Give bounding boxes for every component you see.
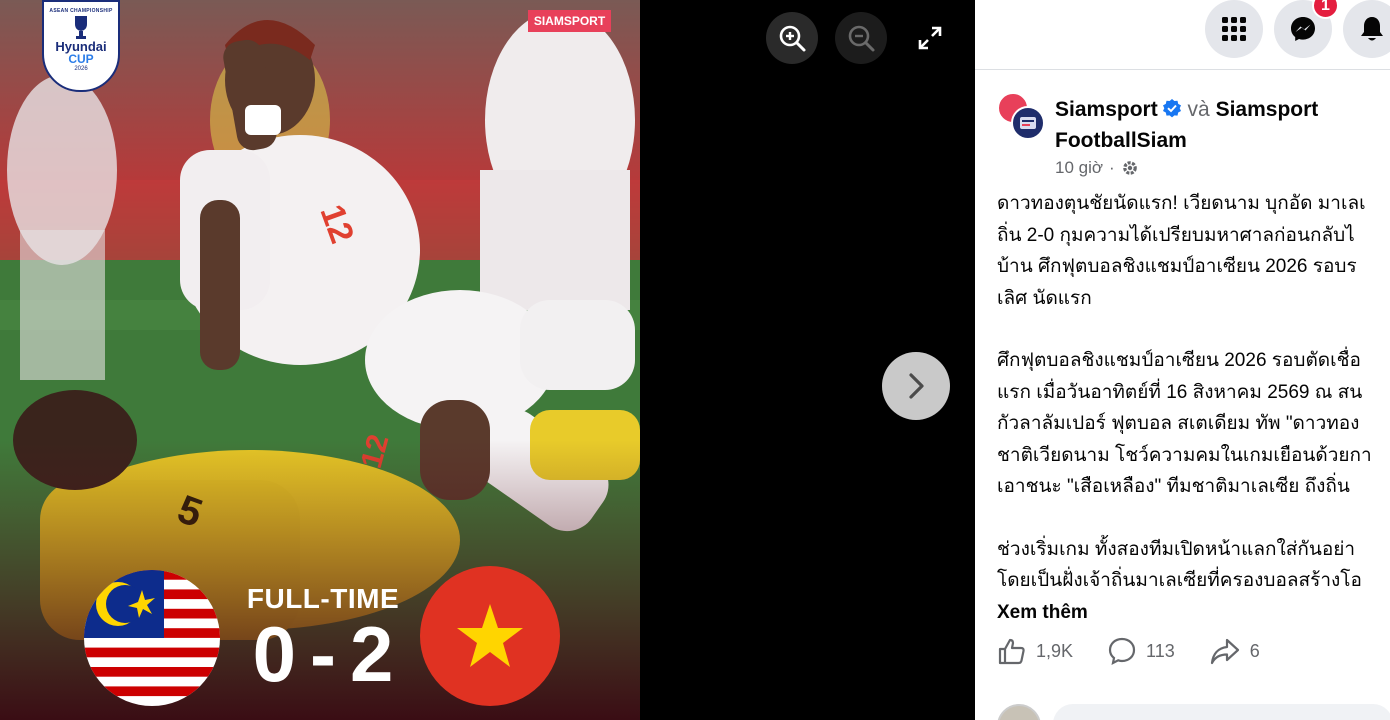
trophy-icon <box>75 16 87 39</box>
like-button[interactable]: 1,9K <box>997 636 1073 666</box>
logo-cup: CUP <box>68 52 94 66</box>
post-authors: Siamsport và Siamsport FootballSiam <box>1055 94 1385 156</box>
user-avatar <box>997 704 1041 720</box>
zoom-in-icon <box>779 25 806 52</box>
comment-count: 113 <box>1146 640 1175 661</box>
malaysia-flag <box>84 570 220 706</box>
malaysia-flag-badge <box>84 570 220 706</box>
post-line: ถิ่น 2-0 กุมความได้เปรียบมหาศาลก่อนกลับไ <box>997 224 1355 246</box>
tournament-logo: ASEAN CHAMPIONSHIP Hyundai CUP 2026 <box>42 0 120 92</box>
share-count: 6 <box>1249 640 1260 661</box>
fullscreen-icon <box>918 26 942 50</box>
chevron-right-icon <box>909 373 924 399</box>
comment-icon <box>1108 637 1136 666</box>
score: 0 - 2 <box>238 610 408 698</box>
thumbs-up-icon <box>998 638 1025 665</box>
page-avatars[interactable] <box>997 92 1047 144</box>
photo-viewer: 12 12 5 ASEAN CHAMPIONSHIP Hyundai CUP 2… <box>0 0 975 720</box>
page-name-link[interactable]: Siamsport <box>1055 98 1158 121</box>
post-text: ดาวทองตุนชัยนัดแรก! เวียดนาม บุกอัด มาเล… <box>997 188 1390 628</box>
verified-badge-icon <box>1162 99 1181 118</box>
share-icon <box>1210 638 1239 665</box>
post-line: แรก เมื่อวันอาทิตย์ที่ 16 สิงหาคม 2569 ณ… <box>997 381 1363 403</box>
gear-icon <box>1122 161 1137 175</box>
post-line: กัวลาลัมเปอร์ ฟุตบอล สเตเดียม ทัพ "ดาวทอ… <box>997 413 1360 434</box>
post-line: บ้าน ศึกฟุตบอลชิงแชมป์อาเซียน 2026 รอบร <box>997 256 1357 277</box>
bell-icon <box>1361 17 1383 41</box>
messenger-icon <box>1291 17 1315 41</box>
post-line: ช่วงเริ่มเกม ทั้งสองทีมเปิดหน้าแลกใส่กัน… <box>997 538 1356 560</box>
next-photo-button[interactable] <box>882 352 950 420</box>
post-panel: 1 Siamsport và Siamsport FootballSiam 10… <box>975 0 1390 720</box>
see-more-link[interactable]: Xem thêm <box>997 597 1390 629</box>
messenger-button[interactable]: 1 <box>1274 0 1339 58</box>
comment-input[interactable] <box>1053 704 1390 720</box>
fullscreen-button[interactable] <box>904 12 956 64</box>
vietnam-star <box>457 604 523 667</box>
post-line: ชาติเวียดนาม โชว์ความคมในเกมเยือนด้วยกา <box>997 444 1372 466</box>
scoreboard: FULL-TIME 0 - 2 <box>238 582 408 698</box>
post-line: ศึกฟุตบอลชิงแชมป์อาเซียน 2026 รอบตัดเชื่… <box>997 350 1361 371</box>
logo-year: 2026 <box>74 66 88 72</box>
post-photo: 12 12 5 ASEAN CHAMPIONSHIP Hyundai CUP 2… <box>0 0 640 720</box>
vietnam-flag-badge <box>420 566 560 706</box>
coauthor-name-line1: Siamsport <box>1215 98 1319 121</box>
post-line: ดาวทองตุนชัยนัดแรก! เวียดนาม บุกอัด มาเล… <box>997 193 1366 214</box>
away-score: 2 <box>349 610 394 698</box>
post-paragraph-3: ช่วงเริ่มเกม ทั้งสองทีมเปิดหน้าแลกใส่กัน… <box>997 534 1390 629</box>
score-separator: - <box>310 610 336 698</box>
post-paragraph-1: ดาวทองตุนชัยนัดแรก! เวียดนาม บุกอัด มาเล… <box>997 188 1390 314</box>
like-count: 1,9K <box>1036 640 1074 661</box>
post-timestamp[interactable]: 10 giờ <box>1055 158 1103 178</box>
post-meta: 10 giờ · <box>1055 158 1139 178</box>
post-line: เลิศ นัดแรก <box>997 287 1092 309</box>
siamsport-watermark: SIAMSPORT <box>528 10 611 32</box>
post-actions: 1,9K 113 6 <box>997 636 1260 666</box>
menu-button[interactable] <box>1205 0 1263 58</box>
coauthor-name-line2: FootballSiam <box>1055 129 1187 152</box>
author-conjunction: và <box>1187 98 1210 121</box>
post-paragraph-2: ศึกฟุตบอลชิงแชมป์อาเซียน 2026 รอบตัดเชื่… <box>997 345 1390 503</box>
football-logo-icon <box>1020 117 1036 129</box>
grid-menu-icon <box>1222 17 1246 41</box>
zoom-in-button[interactable] <box>766 12 818 64</box>
post-line: เอาชนะ "เสือเหลือง" ทีมชาติมาเลเซีย ถึงถ… <box>997 476 1350 497</box>
home-score: 0 <box>252 610 296 698</box>
comment-button[interactable]: 113 <box>1107 636 1175 666</box>
siamsport-footballsiam-avatar[interactable] <box>1011 106 1045 140</box>
zoom-out-button[interactable] <box>835 12 887 64</box>
comment-composer <box>997 704 1390 720</box>
top-bar: 1 <box>975 0 1390 70</box>
notifications-button[interactable] <box>1343 0 1390 58</box>
share-button[interactable]: 6 <box>1209 636 1260 666</box>
zoom-out-icon <box>848 25 875 52</box>
post-line: โดยเป็นฝั่งเจ้าถิ่นมาเลเซียที่ครองบอลสร้… <box>997 570 1362 591</box>
meta-separator: · <box>1109 158 1115 177</box>
